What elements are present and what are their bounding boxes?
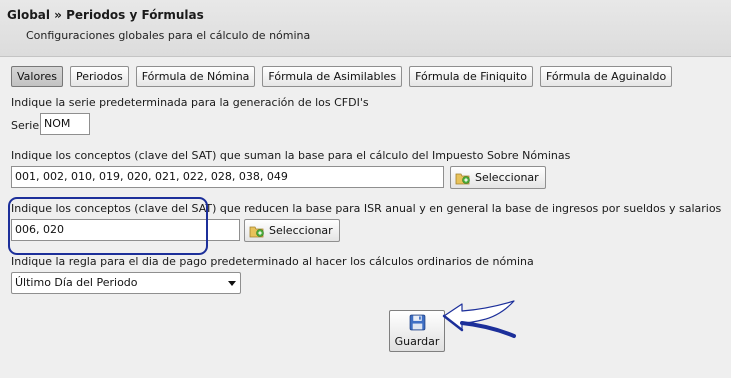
- serie-input[interactable]: NOM: [40, 113, 90, 135]
- isn-select-label: Seleccionar: [475, 171, 539, 184]
- tab-valores[interactable]: Valores: [11, 66, 63, 87]
- page-header: Global » Periodos y Fórmulas Configuraci…: [0, 0, 731, 57]
- tab-formula-finiquito[interactable]: Fórmula de Finiquito: [409, 66, 533, 87]
- save-button[interactable]: Guardar: [389, 310, 445, 352]
- pago-selected-value: Último Día del Periodo: [15, 276, 138, 289]
- isn-description: Indique los conceptos (clave del SAT) qu…: [11, 149, 571, 162]
- save-label: Guardar: [394, 335, 440, 348]
- annotation-highlight-box: [8, 197, 208, 255]
- chevron-down-icon: [228, 281, 236, 286]
- floppy-disk-icon: [409, 314, 426, 331]
- isr-select-button[interactable]: Seleccionar: [244, 219, 340, 242]
- breadcrumb: Global » Periodos y Fórmulas: [7, 8, 204, 22]
- page-subtitle: Configuraciones globales para el cálculo…: [26, 29, 311, 42]
- isn-concepts-input[interactable]: 001, 002, 010, 019, 020, 021, 022, 028, …: [11, 166, 444, 188]
- tab-formula-asimilables[interactable]: Fórmula de Asimilables: [262, 66, 403, 87]
- pago-rule-select[interactable]: Último Día del Periodo: [11, 272, 241, 294]
- serie-label: Serie: [11, 119, 40, 132]
- isr-select-label: Seleccionar: [269, 224, 333, 237]
- pago-description: Indique la regla para el dia de pago pre…: [11, 255, 534, 268]
- select-folder-icon: [249, 226, 264, 237]
- tab-periodos[interactable]: Periodos: [69, 66, 129, 87]
- annotation-arrow-icon: [442, 300, 516, 338]
- isn-select-button[interactable]: Seleccionar: [450, 166, 546, 189]
- serie-description: Indique la serie predeterminada para la …: [11, 96, 369, 109]
- tab-bar: Valores Periodos Fórmula de Nómina Fórmu…: [11, 66, 679, 87]
- tab-formula-aguinaldo[interactable]: Fórmula de Aguinaldo: [539, 66, 673, 87]
- tab-formula-nomina[interactable]: Fórmula de Nómina: [135, 66, 256, 87]
- select-folder-icon: [455, 173, 470, 184]
